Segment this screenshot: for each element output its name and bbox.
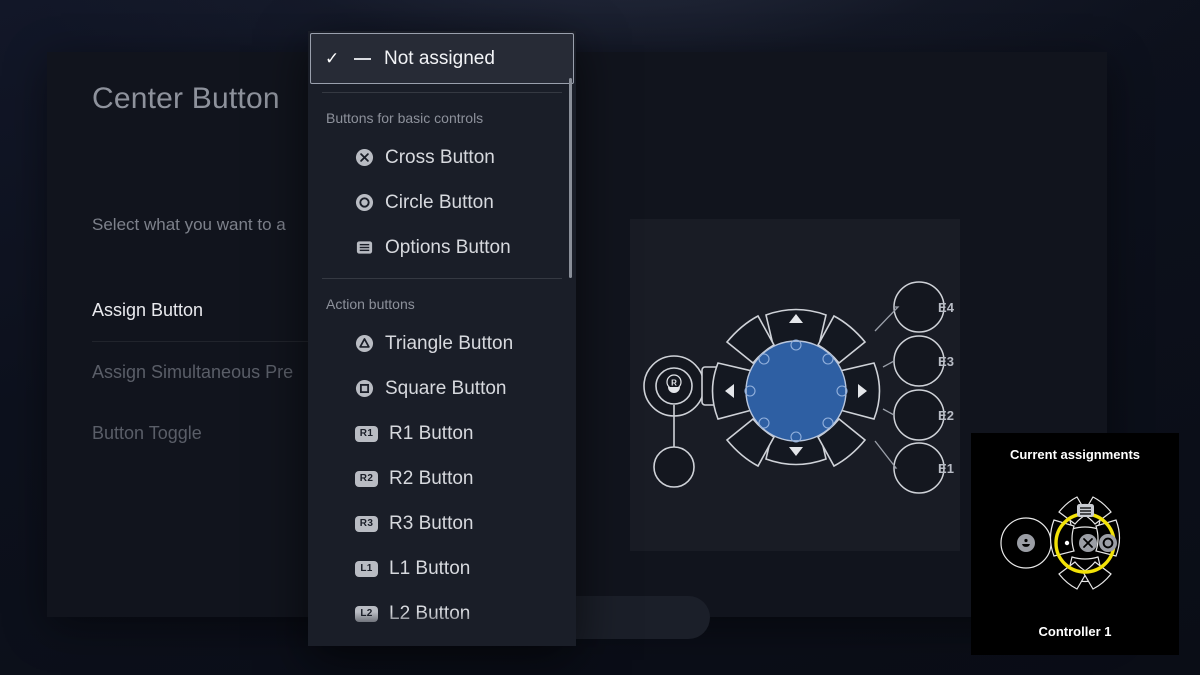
dropdown-bottom-fade (308, 612, 576, 646)
expansion-label-e3: E3 (938, 354, 954, 369)
option-label: Button Toggle (92, 423, 202, 443)
dropdown-item-label: R1 Button (389, 423, 474, 444)
dropdown-item-label: R2 Button (389, 468, 474, 489)
dropdown-item-cross-button[interactable]: Cross Button (308, 135, 576, 180)
dropdown-item-not-assigned[interactable]: ✓ Not assigned (310, 33, 574, 84)
dropdown-item-label: L1 Button (389, 558, 471, 579)
dash-icon (354, 57, 371, 60)
r1-badge-icon: R1 (355, 425, 378, 442)
controller-diagram-svg: R E4 E3 E2 E1 (643, 281, 955, 494)
circle-button-icon (355, 193, 374, 212)
page-title: Center Button (92, 82, 280, 115)
mini-right-circle-icon (1099, 534, 1117, 552)
current-assignments-title: Current assignments (1009, 447, 1141, 462)
dropdown-item-label: Not assigned (384, 47, 495, 69)
option-label: Assign Button (92, 300, 204, 320)
dropdown-item-label: Options Button (385, 237, 511, 258)
expansion-port-e3 (893, 335, 945, 387)
assignment-dropdown[interactable]: ✓ Not assigned Buttons for basic control… (308, 31, 576, 646)
ps5-access-controller-settings-screen: Center Button Select what you want to a … (0, 0, 1200, 675)
dropdown-item-r2-button[interactable]: R2 R2 Button (308, 456, 576, 501)
current-assignments-footer: Controller 1 (1038, 624, 1112, 639)
dropdown-group-title-action: Action buttons (326, 296, 415, 312)
dropdown-item-r1-button[interactable]: R1 R1 Button (308, 411, 576, 456)
dropdown-item-label: R3 Button (389, 513, 474, 534)
current-assignments-diagram (1000, 496, 1121, 590)
dropdown-item-label: Triangle Button (385, 333, 514, 354)
dropdown-item-l1-button[interactable]: L1 L1 Button (308, 546, 576, 591)
check-icon: ✓ (325, 49, 340, 68)
square-button-icon (355, 379, 374, 398)
triangle-button-icon (355, 334, 374, 353)
dropdown-item-options-button[interactable]: Options Button (308, 225, 576, 270)
r2-badge-icon: R2 (355, 470, 378, 487)
expansion-port-e1 (893, 442, 945, 494)
expansion-label-e4: E4 (938, 300, 955, 315)
mini-center-cross-icon (1079, 534, 1097, 552)
dropdown-item-label: Cross Button (385, 147, 495, 168)
dropdown-item-label: Square Button (385, 378, 507, 399)
mini-top-options-icon (1077, 504, 1094, 517)
r3-badge-icon: R3 (355, 515, 378, 532)
dropdown-item-r3-button[interactable]: R3 R3 Button (308, 501, 576, 546)
dropdown-scrollbar[interactable] (569, 78, 572, 278)
expansion-port-e2 (893, 389, 945, 441)
badge-label: R3 (355, 515, 378, 532)
expansion-label-e2: E2 (938, 408, 954, 423)
current-assignments-card: Current assignments Controller 1 (971, 433, 1179, 655)
badge-label: R2 (355, 470, 378, 487)
options-button-icon (355, 238, 374, 257)
cross-button-icon (355, 148, 374, 167)
dropdown-item-label: Circle Button (385, 192, 494, 213)
aux-button (653, 446, 695, 488)
page-subtitle: Select what you want to a (92, 215, 286, 234)
dropdown-item-triangle-button[interactable]: Triangle Button (308, 321, 576, 366)
l1-badge-icon: L1 (355, 560, 378, 577)
center-button[interactable] (745, 340, 847, 442)
expansion-label-e1: E1 (938, 461, 954, 476)
dropdown-item-square-button[interactable]: Square Button (308, 366, 576, 411)
mini-center-dot (1064, 540, 1070, 546)
expansion-labels: E4 E3 E2 E1 (938, 300, 955, 476)
controller-diagram: R E4 E3 E2 E1 (630, 219, 960, 551)
dropdown-item-circle-button[interactable]: Circle Button (308, 180, 576, 225)
badge-label: R1 (355, 425, 378, 442)
dropdown-group-title-basic: Buttons for basic controls (326, 110, 484, 126)
expansion-port-e4 (893, 281, 945, 333)
settings-panel: Center Button Select what you want to a … (47, 52, 1107, 639)
mini-left-stick-icon (1017, 534, 1035, 552)
option-label: Assign Simultaneous Pre (92, 362, 294, 382)
stick-label: R (671, 379, 677, 388)
badge-label: L1 (355, 560, 378, 577)
